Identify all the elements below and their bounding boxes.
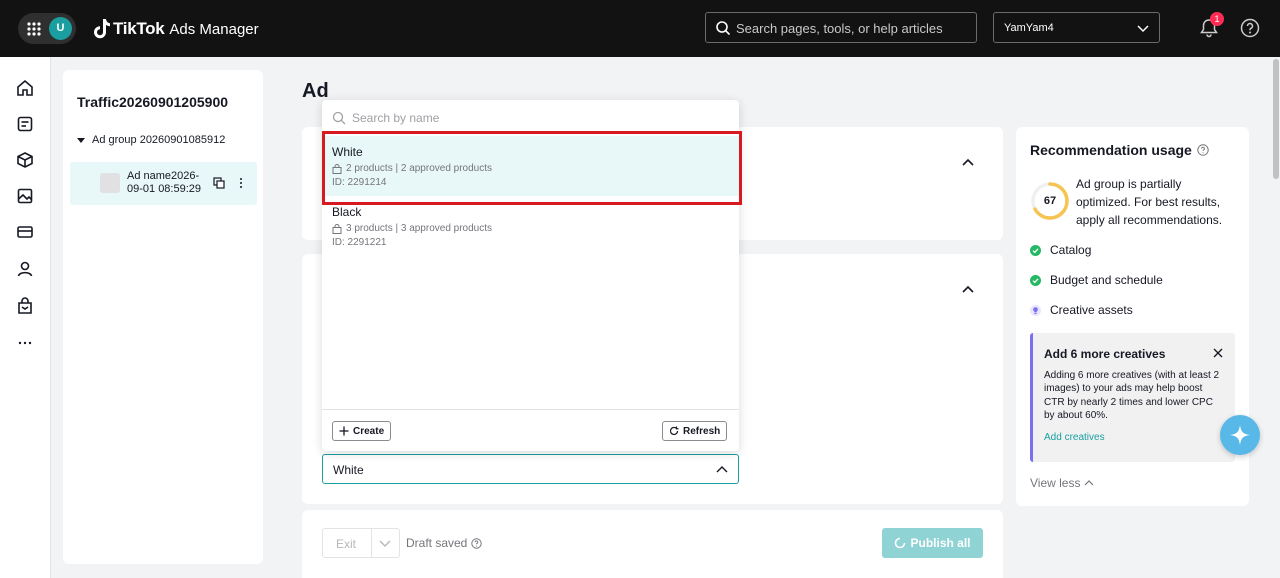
checklist-item: Budget and schedule bbox=[1030, 273, 1163, 287]
plus-icon bbox=[339, 426, 349, 436]
divider bbox=[371, 529, 372, 557]
checklist-label: Creative assets bbox=[1050, 303, 1133, 317]
page-scrollbar[interactable] bbox=[1272, 57, 1280, 578]
refresh-button[interactable]: Refresh bbox=[662, 421, 728, 441]
product-set-select[interactable]: White bbox=[322, 454, 739, 484]
create-button[interactable]: Create bbox=[332, 421, 392, 441]
tiktok-logo[interactable]: TikTok Ads Manager bbox=[92, 17, 259, 41]
bottom-action-bar: Exit Draft saved Publish all bbox=[302, 510, 1003, 578]
view-less-label: View less bbox=[1030, 476, 1081, 490]
billing-icon[interactable] bbox=[16, 223, 34, 241]
notification-badge: 1 bbox=[1210, 12, 1224, 26]
chevron-up-icon[interactable] bbox=[961, 155, 975, 169]
dropdown-search-placeholder: Search by name bbox=[352, 111, 440, 125]
tip-title: Add 6 more creatives bbox=[1044, 347, 1166, 361]
spinner-icon bbox=[895, 537, 906, 549]
global-search-input[interactable]: Search pages, tools, or help articles bbox=[705, 12, 977, 43]
help-icon[interactable] bbox=[1197, 144, 1209, 156]
campaign-name[interactable]: Traffic20260901205900 bbox=[77, 94, 228, 110]
account-selector[interactable]: YamYam4 bbox=[993, 12, 1160, 43]
tiktok-note-icon bbox=[94, 19, 110, 39]
search-placeholder: Search pages, tools, or help articles bbox=[736, 21, 943, 36]
more-icon[interactable] bbox=[16, 334, 34, 352]
chevron-down-icon[interactable] bbox=[379, 537, 391, 549]
add-creatives-link[interactable]: Add creatives bbox=[1044, 432, 1105, 443]
ad-item[interactable]: Ad name2026-09-01 08:59:29 bbox=[70, 162, 257, 205]
logo-subtitle: Ads Manager bbox=[169, 20, 259, 38]
chevron-up-icon bbox=[1085, 480, 1094, 486]
checklist-label: Budget and schedule bbox=[1050, 273, 1163, 287]
publish-label: Publish all bbox=[910, 536, 971, 550]
campaign-icon[interactable] bbox=[16, 115, 34, 133]
app-switcher[interactable]: U bbox=[18, 13, 76, 44]
option-meta-text: 3 products | 3 approved products bbox=[346, 223, 493, 234]
chevron-down-icon bbox=[1137, 25, 1149, 33]
lightbulb-icon bbox=[1030, 304, 1041, 316]
product-set-option[interactable]: Black 3 products | 3 approved products I… bbox=[322, 196, 739, 256]
ad-thumbnail bbox=[100, 173, 120, 193]
dropdown-search-input[interactable]: Search by name bbox=[332, 109, 729, 129]
account-name: YamYam4 bbox=[1004, 22, 1054, 34]
refresh-icon bbox=[669, 426, 679, 436]
publish-all-button[interactable]: Publish all bbox=[882, 528, 983, 558]
checklist-label: Catalog bbox=[1050, 243, 1092, 257]
recommendation-panel: Recommendation usage 67 Ad group is part… bbox=[1016, 127, 1249, 506]
option-meta: 3 products | 3 approved products bbox=[332, 223, 492, 234]
checklist-item: Catalog bbox=[1030, 243, 1091, 257]
left-nav-rail bbox=[0, 57, 51, 578]
option-id: ID: 2291221 bbox=[332, 237, 387, 248]
caret-down-icon[interactable] bbox=[77, 137, 85, 143]
duplicate-icon[interactable] bbox=[213, 177, 225, 189]
assets-icon[interactable] bbox=[16, 151, 34, 169]
grid-icon bbox=[27, 22, 41, 36]
close-icon[interactable] bbox=[1213, 348, 1223, 358]
check-circle-icon bbox=[1030, 244, 1041, 256]
check-circle-icon bbox=[1030, 274, 1041, 286]
creative-icon[interactable] bbox=[16, 187, 34, 205]
campaign-tree-panel: Traffic20260901205900 Ad group 202609010… bbox=[63, 70, 263, 564]
tip-body: Adding 6 more creatives (with at least 2… bbox=[1044, 370, 1220, 421]
top-bar: U TikTok Ads Manager Search pages, tools… bbox=[0, 0, 1280, 57]
search-icon bbox=[332, 111, 346, 125]
exit-button-group: Exit bbox=[322, 528, 400, 558]
exit-button[interactable]: Exit bbox=[336, 537, 356, 551]
selected-product-set: White bbox=[333, 463, 364, 477]
option-name: Black bbox=[332, 205, 362, 219]
bag-icon bbox=[332, 223, 342, 234]
recommendation-tip-card: Add 6 more creatives Adding 6 more creat… bbox=[1030, 333, 1235, 462]
checklist-item: Creative assets bbox=[1030, 303, 1133, 317]
sparkle-icon bbox=[1230, 425, 1250, 445]
home-icon[interactable] bbox=[16, 79, 34, 97]
refresh-label: Refresh bbox=[683, 425, 721, 437]
chevron-up-icon[interactable] bbox=[961, 282, 975, 296]
search-icon bbox=[716, 21, 731, 36]
account-icon[interactable] bbox=[16, 260, 34, 278]
chevron-up-icon bbox=[716, 466, 728, 473]
logo-brand: TikTok bbox=[113, 19, 165, 38]
ad-group-name: Ad group 20260901085912 bbox=[92, 134, 226, 146]
help-icon[interactable] bbox=[1240, 18, 1260, 38]
draft-label: Draft saved bbox=[406, 536, 468, 550]
avatar[interactable]: U bbox=[49, 17, 72, 40]
scrollbar-thumb[interactable] bbox=[1273, 59, 1279, 179]
shop-icon[interactable] bbox=[16, 297, 34, 315]
ad-group-item[interactable]: Ad group 20260901085912 bbox=[77, 134, 225, 146]
kebab-menu-icon[interactable] bbox=[239, 177, 243, 189]
recommendation-description: Ad group is partially optimized. For bes… bbox=[1076, 177, 1223, 227]
recommendation-title: Recommendation usage bbox=[1030, 142, 1209, 158]
view-less-toggle[interactable]: View less bbox=[1030, 476, 1094, 490]
ad-name: Ad name2026-09-01 08:59:29 bbox=[127, 170, 202, 195]
create-label: Create bbox=[353, 425, 385, 437]
highlight-box bbox=[322, 131, 742, 205]
dropdown-footer: Create Refresh bbox=[322, 409, 739, 451]
ai-assistant-button[interactable] bbox=[1220, 415, 1260, 455]
draft-status: Draft saved bbox=[406, 536, 483, 550]
recommendation-title-text: Recommendation usage bbox=[1030, 142, 1192, 158]
info-icon bbox=[471, 537, 483, 549]
score-value: 67 bbox=[1043, 195, 1057, 207]
